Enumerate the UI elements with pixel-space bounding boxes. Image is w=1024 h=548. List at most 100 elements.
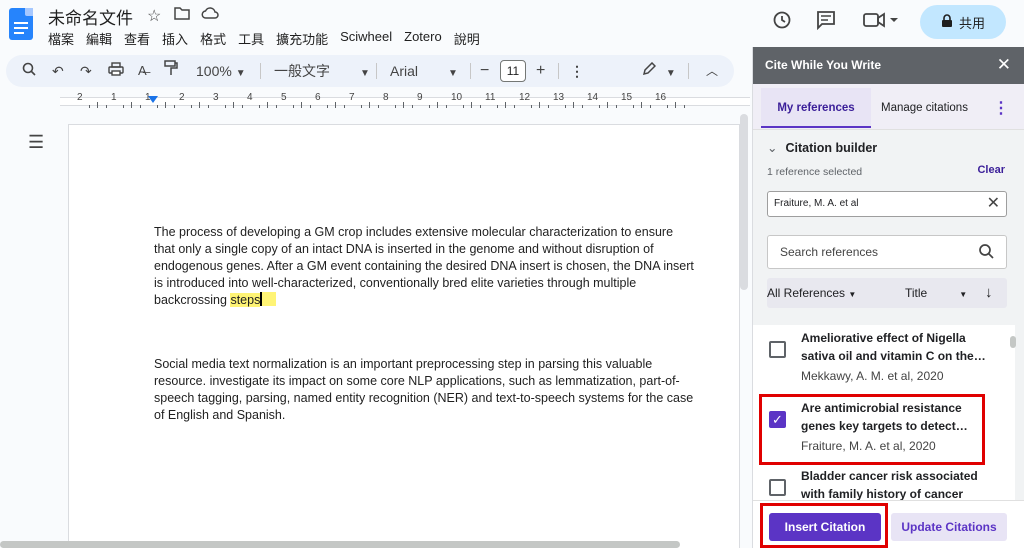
reference-title: Ameliorative effect of Nigella sativa oi… — [801, 331, 986, 363]
ruler-tick — [335, 102, 336, 108]
ruler-number: 9 — [417, 92, 423, 103]
chevron-down-icon: ▼ — [665, 68, 676, 79]
ruler-number: 5 — [281, 92, 287, 103]
print-icon[interactable] — [108, 55, 124, 87]
more-vert-icon[interactable]: ⋮ — [993, 98, 1009, 118]
chevron-down-icon: ▼ — [235, 68, 246, 79]
menu-file[interactable]: 檔案 — [48, 29, 74, 48]
ruler-number: 16 — [655, 92, 667, 103]
ruler-tick — [233, 102, 234, 108]
tab-my-references[interactable]: My references — [761, 88, 871, 128]
ruler-number: 3 — [213, 92, 219, 103]
increase-font-size-button[interactable]: + — [536, 55, 545, 87]
menu-edit[interactable]: 編輯 — [86, 29, 112, 48]
ruler-tick — [428, 105, 430, 108]
list-item[interactable]: Bladder cancer risk associated with fami… — [753, 463, 1015, 500]
menu-tools[interactable]: 工具 — [238, 29, 264, 48]
menu-insert[interactable]: 插入 — [162, 29, 188, 48]
ruler-number: 1 — [111, 92, 117, 103]
ruler-tick — [267, 102, 268, 108]
paragraph-1[interactable]: The process of developing a GM crop incl… — [154, 224, 694, 309]
font-size-input[interactable]: 11 — [500, 60, 526, 82]
ruler-tick — [471, 102, 472, 108]
search-menus-icon[interactable] — [22, 55, 36, 87]
update-citations-button[interactable]: Update Citations — [891, 513, 1007, 541]
search-references-input[interactable]: Search references — [767, 235, 1007, 269]
references-filter-select[interactable]: All References ▼ — [767, 278, 856, 310]
lock-icon — [941, 13, 953, 31]
paragraph-style-select[interactable]: 一般文字 ▼ — [274, 55, 370, 87]
docs-logo-icon[interactable] — [9, 8, 33, 40]
cloud-status-icon[interactable] — [201, 6, 219, 25]
comments-icon[interactable] — [816, 10, 836, 36]
editing-mode-select[interactable]: ▼ — [642, 55, 676, 87]
filter-sort-row: All References ▼ Title ▼ ↓ — [767, 278, 1007, 308]
ruler-tick — [530, 105, 532, 108]
menu-sciwheel[interactable]: Sciwheel — [340, 29, 392, 48]
menu-extensions[interactable]: 擴充功能 — [276, 29, 328, 48]
ruler-tick — [97, 102, 98, 108]
ruler-tick — [139, 105, 141, 108]
panel-tabs: My references Manage citations ⋮ — [753, 84, 1024, 130]
close-icon[interactable]: ✕ — [997, 55, 1011, 75]
spellcheck-icon[interactable]: A̶ — [138, 55, 147, 87]
ruler-tick — [173, 105, 175, 108]
panel-scrollbar[interactable] — [1010, 336, 1016, 348]
menu-help[interactable]: 說明 — [454, 29, 480, 48]
meet-video-icon[interactable] — [862, 10, 898, 36]
font-select[interactable]: Arial ▼ — [390, 55, 458, 87]
ruler-tick — [539, 102, 540, 108]
paint-format-icon[interactable] — [164, 55, 178, 87]
collapse-menus-icon[interactable]: ︿ — [706, 55, 718, 87]
document-vertical-scrollbar[interactable] — [740, 114, 748, 290]
sort-direction-icon[interactable]: ↓ — [985, 278, 993, 308]
redo-icon[interactable]: ↷ — [80, 55, 92, 87]
font-value: Arial — [390, 63, 419, 79]
document-horizontal-scrollbar[interactable] — [0, 541, 680, 548]
share-button[interactable]: 共用 — [920, 5, 1006, 39]
undo-icon[interactable]: ↶ — [52, 55, 64, 87]
menu-format[interactable]: 格式 — [200, 29, 226, 48]
decrease-font-size-button[interactable]: − — [480, 55, 489, 87]
reference-title: Bladder cancer risk associated with fami… — [801, 469, 978, 500]
cite-while-you-write-panel: Cite While You Write ✕ My references Man… — [752, 47, 1024, 548]
ruler-tick — [88, 105, 90, 108]
move-folder-icon[interactable] — [174, 6, 190, 25]
reference-checkbox[interactable] — [769, 479, 786, 496]
menu-zotero[interactable]: Zotero — [404, 29, 442, 48]
ruler-tick — [165, 102, 166, 108]
star-icon[interactable]: ☆ — [147, 6, 161, 26]
ruler-tick — [394, 105, 396, 108]
ruler-tick — [598, 105, 600, 108]
ruler-tick — [479, 105, 481, 108]
search-icon[interactable] — [978, 236, 994, 268]
horizontal-ruler[interactable]: 2 1 1 2 3 4 5 6 7 8 9 10 11 12 13 14 15 16 — [60, 92, 750, 110]
ruler-tick — [207, 105, 209, 108]
history-icon[interactable] — [772, 10, 792, 36]
tab-manage-citations[interactable]: Manage citations — [881, 88, 968, 128]
document-outline-icon[interactable]: ☰ — [28, 132, 44, 153]
reference-checkbox[interactable] — [769, 341, 786, 358]
document-page[interactable]: The process of developing a GM crop incl… — [68, 124, 740, 548]
google-docs-window: 未命名文件 ☆ 檔案 編輯 查看 插入 格式 工具 擴充功能 Sciwheel … — [0, 0, 1024, 548]
more-options-icon[interactable]: ⋮ — [570, 55, 584, 87]
ruler-tick — [403, 102, 404, 108]
highlighted-text: steps — [230, 293, 261, 307]
ruler-tick — [505, 102, 506, 108]
remove-reference-icon[interactable]: ✕ — [987, 192, 1000, 216]
app-header: 未命名文件 ☆ 檔案 編輯 查看 插入 格式 工具 擴充功能 Sciwheel … — [0, 0, 1024, 52]
citation-builder-toggle[interactable]: ⌄ Citation builder — [767, 140, 877, 155]
clear-link[interactable]: Clear — [977, 164, 1005, 176]
menu-view[interactable]: 查看 — [124, 29, 150, 48]
paragraph-2[interactable]: Social media text normalization is an im… — [154, 356, 694, 424]
ruler-tick — [462, 105, 464, 108]
document-title[interactable]: 未命名文件 — [48, 4, 133, 29]
ruler-tick — [360, 105, 362, 108]
ruler-tick — [199, 102, 200, 108]
ruler-tick — [275, 105, 277, 108]
sort-field-select[interactable]: Title ▼ — [905, 278, 967, 310]
zoom-select[interactable]: 100% ▼ — [196, 55, 246, 87]
ruler-tick — [105, 105, 107, 108]
ruler-tick — [683, 105, 685, 108]
list-item[interactable]: Ameliorative effect of Nigella sativa oi… — [753, 325, 1015, 393]
